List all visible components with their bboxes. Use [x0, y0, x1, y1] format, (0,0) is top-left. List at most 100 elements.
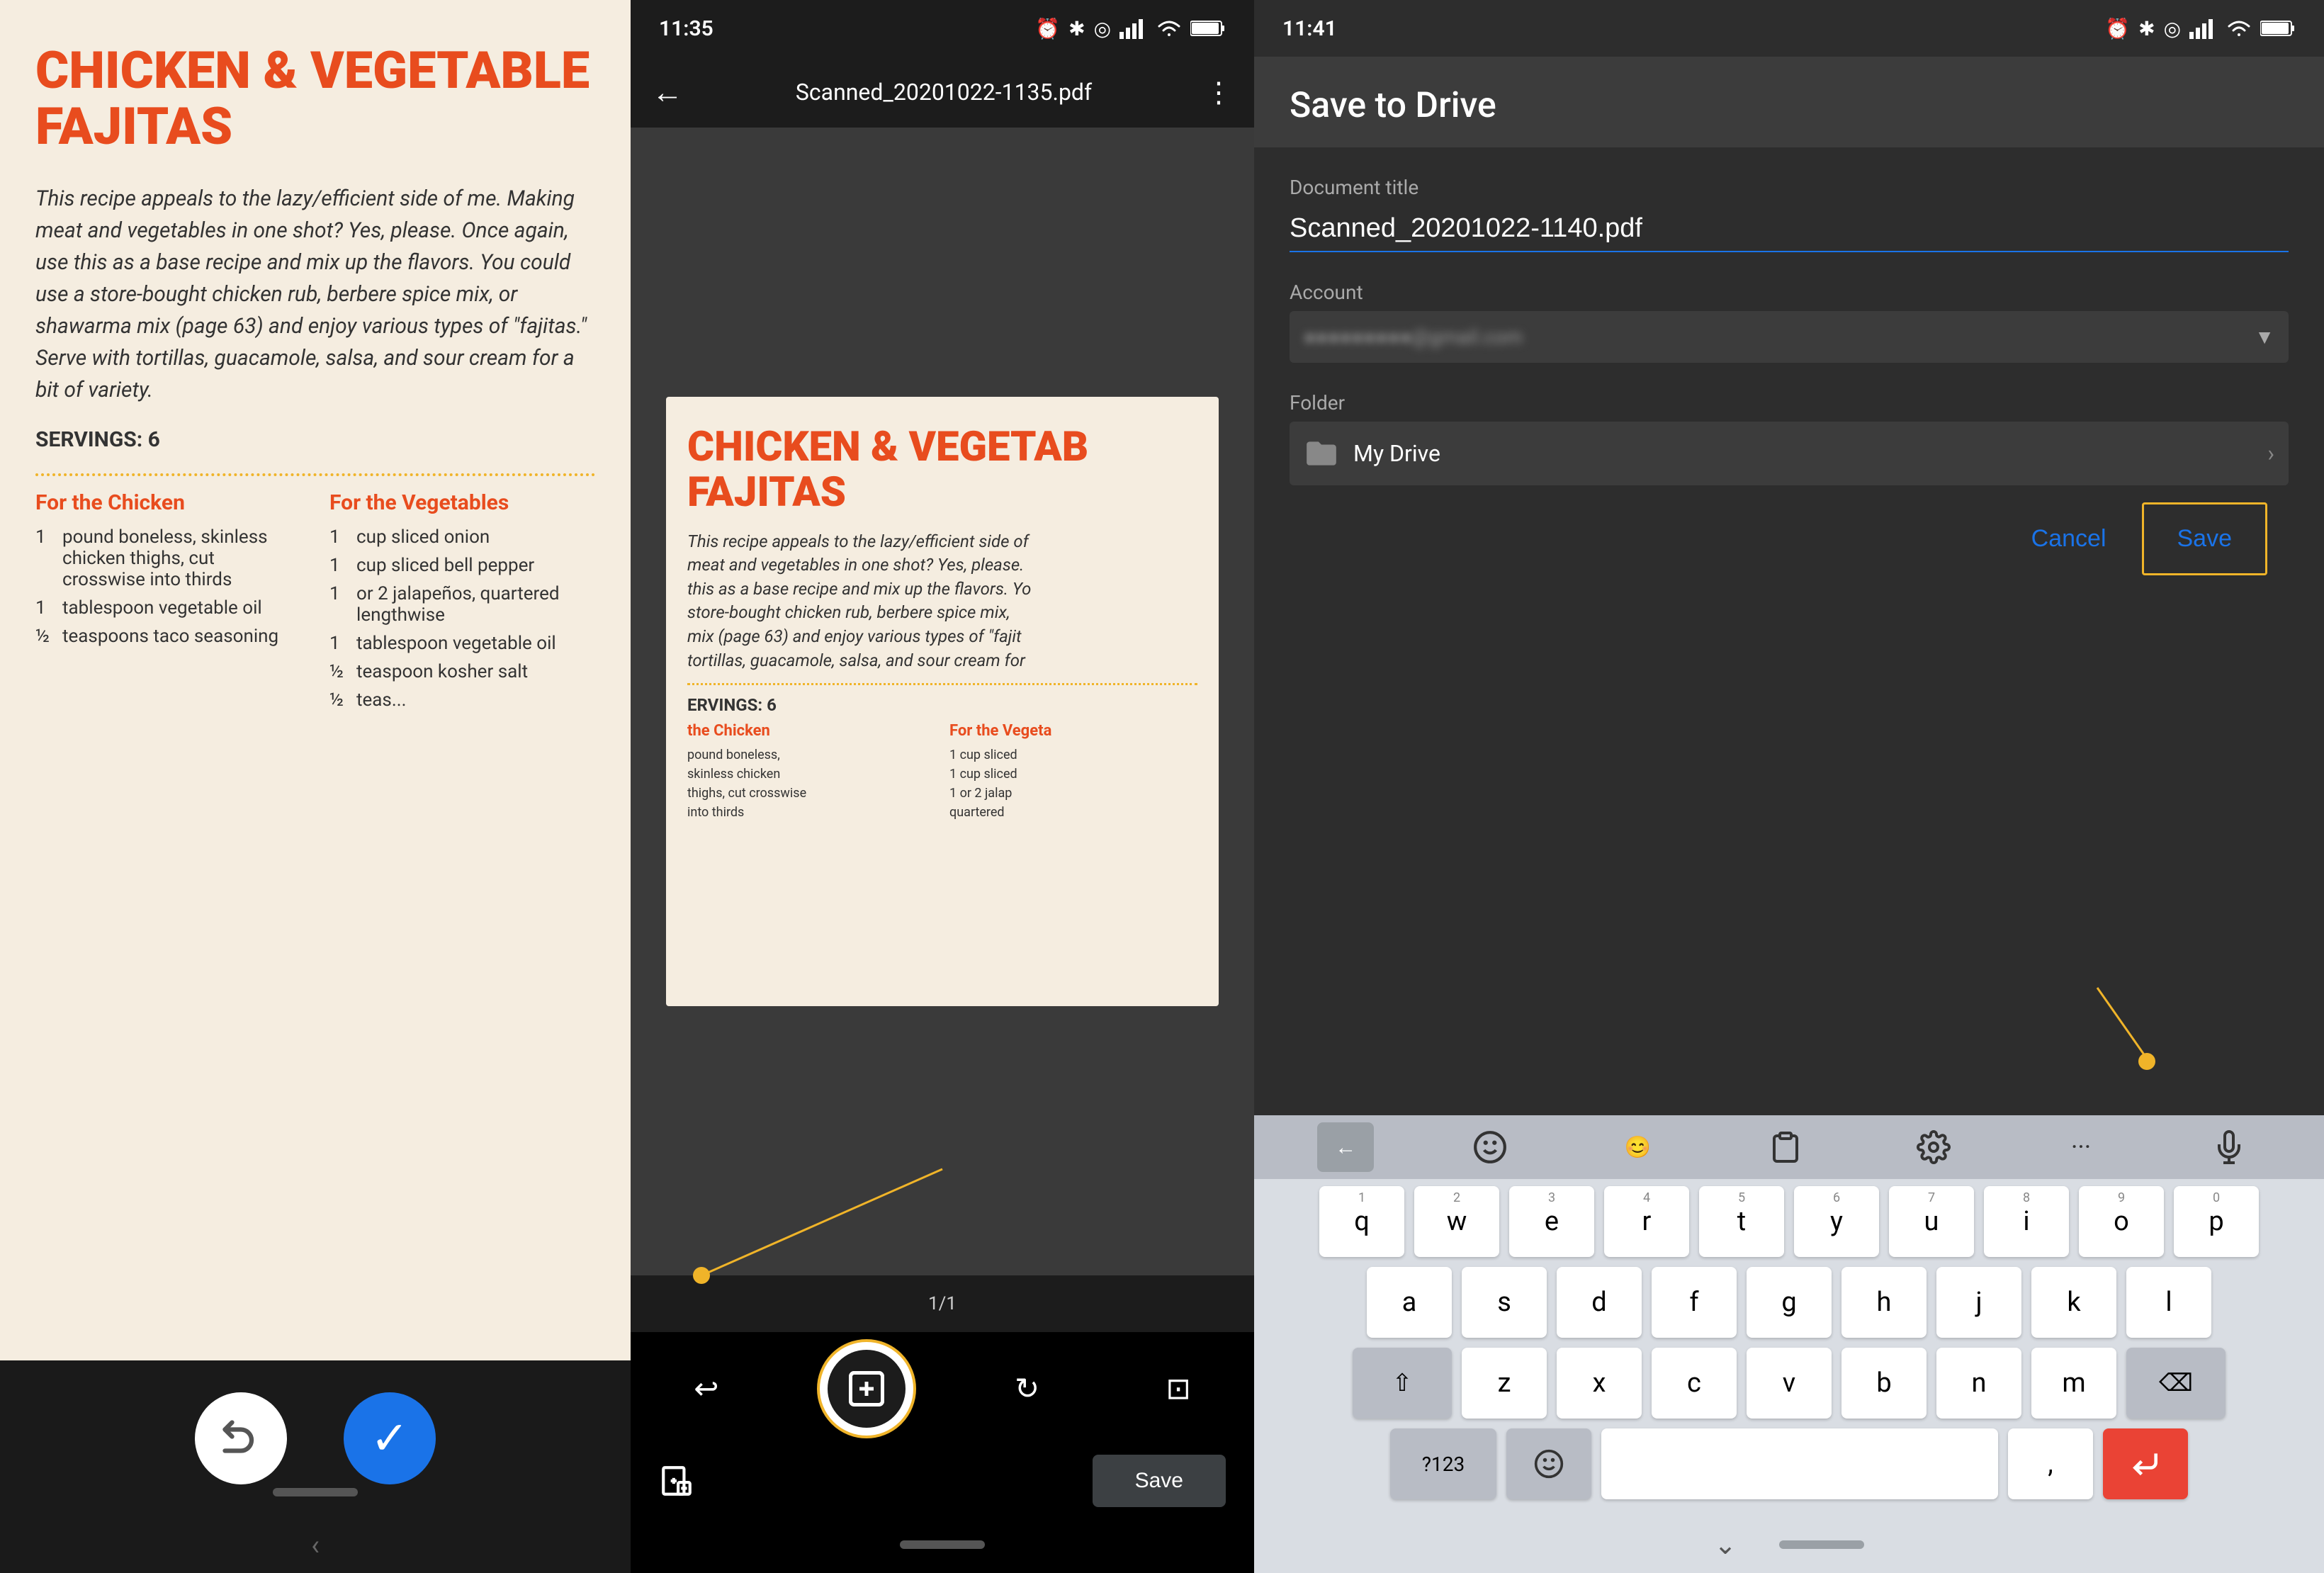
- key-o[interactable]: 9o: [2079, 1186, 2164, 1257]
- key-e[interactable]: 3e: [1509, 1186, 1594, 1257]
- page-indicator: 1/1: [928, 1293, 957, 1314]
- pdf-bottom-fade: [631, 1273, 1254, 1275]
- delete-icon: ⌫: [2159, 1369, 2193, 1397]
- key-u[interactable]: 7u: [1889, 1186, 1974, 1257]
- cancel-button[interactable]: Cancel: [2010, 514, 2128, 564]
- add-scan-icon: [845, 1368, 888, 1410]
- key-p[interactable]: 0p: [2174, 1186, 2259, 1257]
- keyboard-mic-button[interactable]: [2197, 1115, 2261, 1179]
- enter-icon: [2130, 1448, 2161, 1479]
- folder-row[interactable]: My Drive ›: [1290, 422, 2289, 485]
- p3-status-bar: 11:41 ⏰ ✱ ◎: [1254, 0, 2324, 57]
- pdf-chicken-title: the Chicken: [687, 722, 935, 740]
- shift-key[interactable]: ⇧: [1353, 1348, 1452, 1419]
- action-buttons-row: Cancel Save: [1290, 514, 2289, 564]
- key-h[interactable]: h: [1841, 1267, 1927, 1338]
- microphone-icon: [2212, 1130, 2246, 1164]
- recipe-content: CHICKEN & VEGETABLE FAJITAS This recipe …: [0, 0, 631, 1360]
- add-page-button[interactable]: [659, 1463, 694, 1499]
- pdf-veg-title: For the Vegeta: [949, 722, 1197, 740]
- key-w[interactable]: 2w: [1414, 1186, 1499, 1257]
- key-t[interactable]: 5t: [1699, 1186, 1784, 1257]
- pdf-filename: Scanned_20201022-1135.pdf: [697, 79, 1190, 106]
- save-button-area: Save: [2156, 514, 2254, 564]
- undo-tool-icon[interactable]: ↩: [694, 1371, 718, 1406]
- status-bar: 11:35 ⏰ ✱ ◎: [631, 0, 1254, 57]
- key-a[interactable]: a: [1367, 1267, 1452, 1338]
- my-drive-icon: [1304, 436, 1339, 471]
- undo-button[interactable]: [195, 1392, 287, 1484]
- dropdown-chevron-icon: ▼: [2255, 325, 2274, 349]
- checkmark-icon: ✓: [371, 1411, 409, 1465]
- key-s[interactable]: s: [1462, 1267, 1547, 1338]
- save-to-drive-header: Save to Drive: [1254, 57, 2324, 147]
- key-l[interactable]: l: [2126, 1267, 2211, 1338]
- kb-nav-pill: [1779, 1540, 1864, 1549]
- panel1-bottom-bar: ✓: [0, 1360, 631, 1516]
- crop-tool-icon[interactable]: ⊡: [1166, 1371, 1190, 1406]
- add-scan-fab-inner: [828, 1350, 906, 1428]
- panel2-pdf-viewer: 11:35 ⏰ ✱ ◎: [631, 0, 1254, 1573]
- status-icons: ⏰ ✱ ◎: [1035, 17, 1226, 40]
- key-q[interactable]: 1q: [1319, 1186, 1404, 1257]
- save-drive-button[interactable]: Save: [2156, 514, 2254, 564]
- keyboard-row-1: 1q 2w 3e 4r 5t 6y 7u 8i 9o 0p: [1268, 1186, 2310, 1257]
- folder-label: Folder: [1290, 391, 2289, 415]
- shift-icon: ⇧: [1392, 1369, 1413, 1397]
- key-m[interactable]: m: [2031, 1348, 2116, 1419]
- key-n[interactable]: n: [1936, 1348, 2021, 1419]
- key-j[interactable]: j: [1936, 1267, 2021, 1338]
- key-z[interactable]: z: [1462, 1348, 1547, 1419]
- ingredients-section: For the Chicken 1pound boneless, skinles…: [35, 490, 595, 718]
- key-b[interactable]: b: [1841, 1348, 1927, 1419]
- pdf-ingredients: the Chicken pound boneless, skinless chi…: [687, 722, 1197, 822]
- comma-key[interactable]: ,: [2008, 1428, 2093, 1499]
- kb-nav-chevron-down-icon[interactable]: ⌄: [1714, 1529, 1737, 1561]
- doc-title-input[interactable]: [1290, 206, 2289, 252]
- account-dropdown[interactable]: ●●●●●●●●●@gmail.com ▼: [1290, 311, 2289, 363]
- account-email: ●●●●●●●●●@gmail.com: [1304, 325, 1523, 349]
- wifi-icon: [1156, 18, 1182, 39]
- key-g[interactable]: g: [1747, 1267, 1832, 1338]
- dotted-divider: [35, 473, 595, 476]
- back-chevron-icon[interactable]: ‹: [311, 1528, 320, 1562]
- back-arrow-icon: ←: [1335, 1135, 1356, 1160]
- account-label: Account: [1290, 281, 2289, 304]
- keyboard-settings-button[interactable]: [1902, 1115, 1965, 1179]
- key-r[interactable]: 4r: [1604, 1186, 1689, 1257]
- confirm-button[interactable]: ✓: [344, 1392, 436, 1484]
- add-scan-fab[interactable]: [817, 1339, 916, 1438]
- key-c[interactable]: c: [1652, 1348, 1737, 1419]
- key-f[interactable]: f: [1652, 1267, 1737, 1338]
- signal-icon: [1119, 18, 1148, 39]
- key-y[interactable]: 6y: [1794, 1186, 1879, 1257]
- space-key[interactable]: [1601, 1428, 1998, 1499]
- battery-icon: [1190, 19, 1226, 38]
- key-v[interactable]: v: [1747, 1348, 1832, 1419]
- list-item: ½teaspoons taco seasoning: [35, 626, 301, 647]
- keyboard-more-button[interactable]: ···: [2049, 1115, 2113, 1179]
- undo-icon: [220, 1417, 262, 1460]
- keyboard-emoji-picker[interactable]: [1458, 1115, 1522, 1179]
- keyboard-back-button[interactable]: ←: [1317, 1122, 1374, 1172]
- enter-key[interactable]: [2103, 1428, 2188, 1499]
- key-d[interactable]: d: [1557, 1267, 1642, 1338]
- p3-circle-icon: ◎: [2164, 17, 2181, 40]
- more-options-button[interactable]: ⋮: [1205, 76, 1233, 109]
- pdf-page: CHICKEN & VEGETAB FAJITAS This recipe ap…: [666, 397, 1219, 1006]
- home-pill: [900, 1540, 985, 1549]
- emoji-keyboard-icon: [1533, 1448, 1564, 1479]
- keyboard-gif-button[interactable]: 😊: [1606, 1115, 1669, 1179]
- delete-key[interactable]: ⌫: [2126, 1348, 2226, 1419]
- save-pdf-button[interactable]: Save: [1093, 1455, 1226, 1507]
- emoji-key[interactable]: [1506, 1428, 1591, 1499]
- key-k[interactable]: k: [2031, 1267, 2116, 1338]
- pdf-veg-col: For the Vegeta 1 cup sliced 1 cup sliced…: [949, 722, 1197, 822]
- back-button[interactable]: ←: [652, 74, 683, 111]
- keyboard-clipboard-button[interactable]: [1754, 1115, 1817, 1179]
- pdf-chicken-col: the Chicken pound boneless, skinless chi…: [687, 722, 935, 822]
- key-x[interactable]: x: [1557, 1348, 1642, 1419]
- numbers-key[interactable]: ?123: [1390, 1428, 1496, 1499]
- key-i[interactable]: 8i: [1984, 1186, 2069, 1257]
- eraser-tool-icon[interactable]: ↺: [1015, 1371, 1039, 1406]
